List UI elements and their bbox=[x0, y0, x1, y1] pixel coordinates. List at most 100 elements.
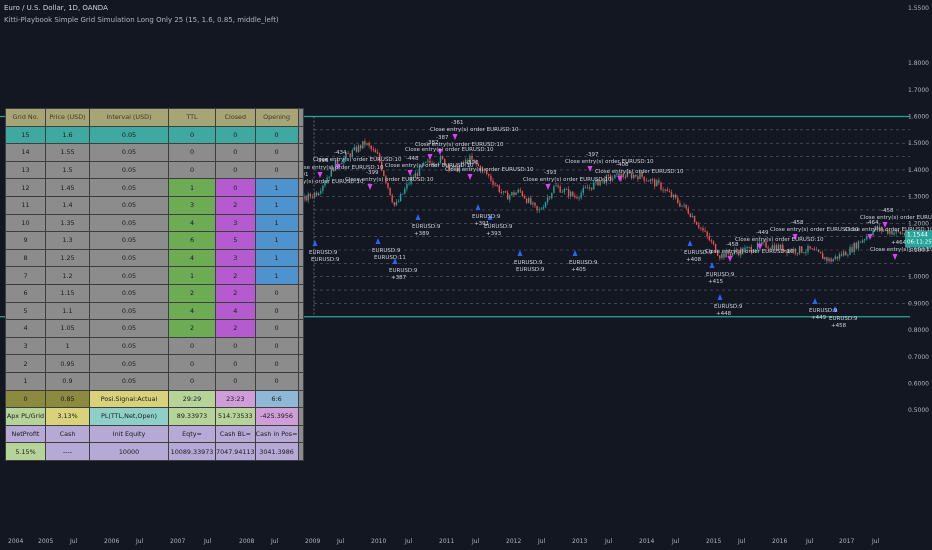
candle-body bbox=[360, 145, 362, 149]
time-tick-label: Jul bbox=[604, 538, 613, 545]
time-tick-label: 2017 bbox=[839, 538, 854, 545]
candle-body bbox=[832, 259, 834, 262]
table-cell: 0 bbox=[254, 125, 299, 145]
sell-arrow-icon bbox=[892, 254, 898, 260]
table-cell: 0 bbox=[215, 143, 256, 162]
table-cell: 0 bbox=[215, 354, 256, 373]
candle-body bbox=[859, 241, 862, 243]
table-cell: 0 bbox=[254, 354, 299, 373]
time-tick-label: Jul bbox=[69, 538, 78, 545]
candle-body bbox=[584, 187, 587, 189]
table-cell: 0 bbox=[254, 160, 299, 180]
candle-body bbox=[534, 202, 536, 206]
table-edge-cell bbox=[297, 389, 304, 409]
buy-arrow-icon bbox=[475, 204, 481, 210]
table-cell: 0.05 bbox=[89, 266, 169, 285]
summary-row: Apx PL/Grid 3.13% PL(TTL,Net,Open) 89.33973… bbox=[5, 407, 304, 426]
candle-body bbox=[305, 195, 307, 201]
table-row: 7 1.2 0.05 1 2 1 bbox=[5, 266, 304, 285]
candle-body bbox=[668, 191, 671, 193]
table-cell: 1 bbox=[168, 266, 216, 285]
order-value: +408 bbox=[686, 257, 702, 263]
table-cell: 0 bbox=[254, 319, 299, 338]
table-edge-cell bbox=[297, 283, 304, 303]
candle-body bbox=[748, 246, 750, 248]
table-cell: 0.05 bbox=[89, 283, 169, 303]
candle-body bbox=[853, 242, 855, 253]
candle-body bbox=[819, 251, 822, 254]
table-cell: 89.33973 bbox=[168, 407, 216, 426]
table-cell: 10000 bbox=[89, 442, 169, 461]
candle-body bbox=[549, 197, 551, 199]
table-cell: Cash bbox=[45, 424, 90, 444]
table-cell: 0 bbox=[215, 178, 256, 197]
table-cell: 4 bbox=[168, 301, 216, 321]
table-cell: 2 bbox=[168, 319, 216, 338]
order-value: -434 bbox=[334, 150, 347, 156]
candle-body bbox=[612, 178, 614, 181]
table-row: 1 0.9 0.05 0 0 0 bbox=[5, 371, 304, 391]
time-tick-label: 2006 bbox=[104, 538, 119, 545]
table-cell: 10089.33973 bbox=[168, 442, 216, 461]
table-cell: 4 bbox=[168, 248, 216, 268]
candle-body bbox=[660, 182, 662, 190]
candle-body bbox=[803, 252, 805, 254]
table-cell: 11 bbox=[5, 195, 46, 215]
candle-body bbox=[670, 192, 673, 198]
candle-body bbox=[387, 182, 389, 188]
candle-body bbox=[710, 240, 713, 242]
candle-body bbox=[366, 143, 368, 145]
candle-body bbox=[866, 236, 868, 240]
table-cell: ---- bbox=[45, 442, 90, 461]
price-tick-label: 0.7000 bbox=[908, 354, 929, 361]
candle-body bbox=[544, 202, 547, 208]
order-value: EURUSD:11 bbox=[374, 255, 406, 261]
table-cell: 0.05 bbox=[89, 125, 169, 145]
symbol-title[interactable]: Euro / U.S. Dollar, 1D, OANDA bbox=[4, 4, 108, 12]
table-cell: 1 bbox=[254, 195, 299, 215]
table-cell: 2 bbox=[168, 283, 216, 303]
table-cell: 0.9 bbox=[45, 371, 90, 391]
table-cell: 1 bbox=[5, 371, 46, 391]
table-cell: 0 bbox=[254, 371, 299, 391]
candle-body bbox=[368, 143, 370, 146]
candle-body bbox=[664, 189, 666, 191]
price-axis: 1.5500 1.8000 1.7000 1.6000 1.5000 1.4000 1.30… bbox=[905, 5, 932, 414]
table-cell: 0.05 bbox=[89, 231, 169, 250]
candle-body bbox=[746, 247, 748, 248]
table-cell: Grid No. bbox=[5, 108, 46, 127]
time-tick-label: Jul bbox=[404, 538, 413, 545]
candle-body bbox=[383, 170, 385, 176]
time-tick-label: 2016 bbox=[772, 538, 787, 545]
candle-body bbox=[303, 195, 305, 200]
order-label: EURUSD:9 bbox=[809, 308, 838, 314]
indicator-title[interactable]: Kitti-Playbook Simple Grid Simulation Lo… bbox=[4, 16, 279, 24]
table-cell: 0 bbox=[254, 336, 299, 356]
candle-body bbox=[500, 192, 503, 193]
candle-body bbox=[805, 251, 807, 253]
candle-body bbox=[864, 239, 866, 241]
candle-body bbox=[794, 248, 797, 254]
candle-body bbox=[307, 193, 309, 201]
table-cell: 0.05 bbox=[89, 371, 169, 391]
table-edge-cell bbox=[297, 442, 304, 461]
table-cell: 3041.3986 bbox=[254, 442, 299, 461]
sell-arrow-icon bbox=[467, 174, 473, 180]
table-cell: 2 bbox=[215, 195, 256, 215]
candle-body bbox=[656, 180, 658, 187]
table-cell: 8 bbox=[5, 248, 46, 268]
candle-body bbox=[677, 197, 679, 203]
candle-body bbox=[689, 213, 692, 218]
table-cell: 0 bbox=[254, 283, 299, 303]
candle-body bbox=[511, 192, 513, 196]
table-cell: 0.05 bbox=[89, 213, 169, 233]
time-tick-label: Jul bbox=[471, 538, 480, 545]
table-cell: 0 bbox=[168, 371, 216, 391]
time-tick-label: 2013 bbox=[572, 538, 587, 545]
sell-arrow-icon bbox=[545, 184, 551, 190]
candle-body bbox=[574, 195, 576, 198]
table-cell: PL(TTL,Net,Open) bbox=[89, 407, 169, 426]
candle-body bbox=[507, 192, 509, 200]
candle-body bbox=[593, 182, 595, 190]
table-cell: 0.05 bbox=[89, 319, 169, 338]
